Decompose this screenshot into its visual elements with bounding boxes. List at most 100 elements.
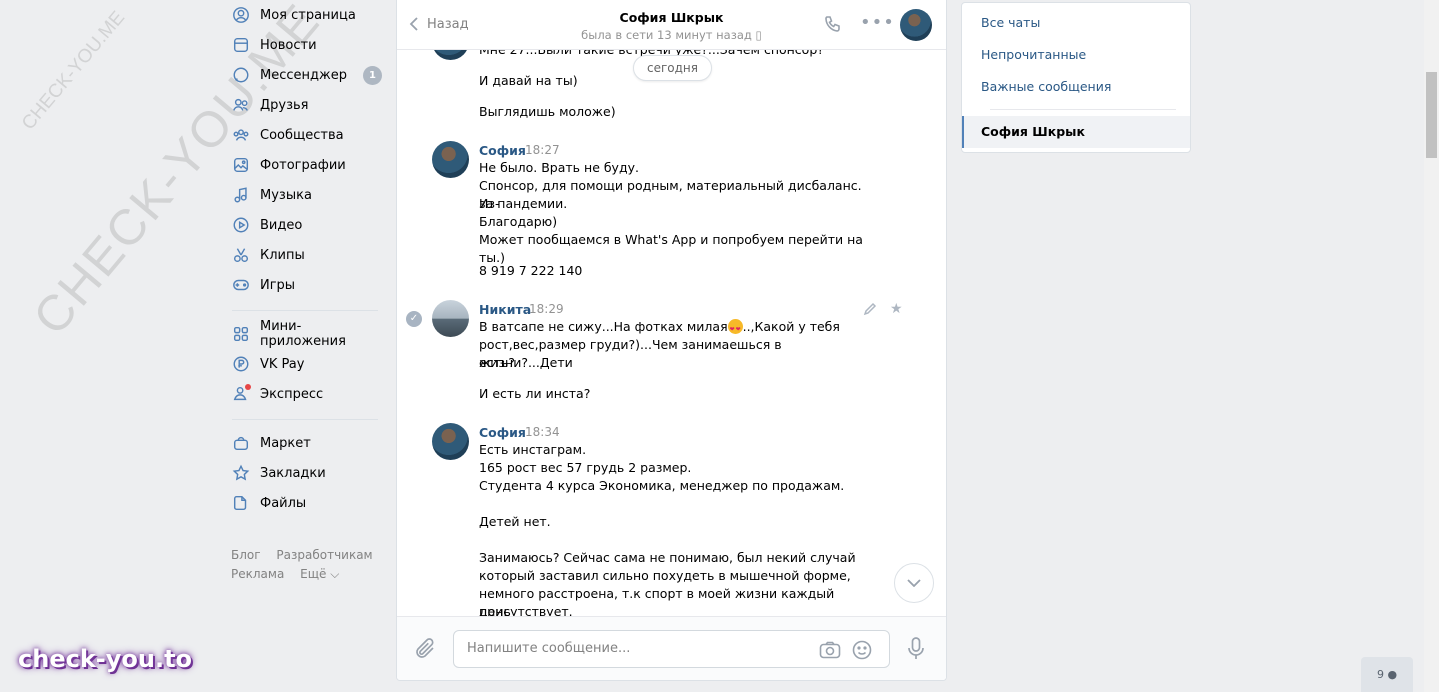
message-text: В ватсапе не сижу...На фотках милая..,Ка… [479, 318, 869, 339]
filter-unread[interactable]: Непрочитанные [962, 39, 1190, 71]
nav-label: Моя страница [260, 7, 356, 23]
nav-photos[interactable]: Фотографии [226, 150, 386, 180]
video-icon [232, 216, 250, 234]
message-text: 165 рост вес 57 грудь 2 размер. [479, 460, 692, 475]
online-friends-button[interactable]: 9 ● [1361, 657, 1413, 692]
message-text: 8 919 7 222 140 [479, 263, 583, 278]
nav-label: Файлы [260, 495, 307, 511]
smile-icon[interactable] [852, 640, 872, 664]
nav-groups[interactable]: Сообщества [226, 120, 386, 150]
chat-header: Назад София Шкрык была в сети 13 минут н… [397, 0, 946, 50]
message-time: 18:29 [529, 302, 564, 316]
nav-footer: Блог Разработчикам Реклама Ещё ⌵ [231, 546, 386, 584]
mobile-icon: ▯ [755, 28, 762, 42]
scrollbar-thumb[interactable] [1426, 72, 1437, 158]
message-author[interactable]: София [479, 143, 526, 158]
avatar[interactable] [432, 50, 469, 60]
message-text: за пандемии. [479, 196, 568, 211]
footer-ads-link[interactable]: Реклама [231, 567, 284, 581]
chevron-down-icon [907, 579, 921, 587]
message-text: Не было. Врать не буду. [479, 160, 639, 175]
nav-vkpay[interactable]: VK Pay [226, 349, 386, 379]
friends-icon [232, 96, 250, 114]
chat-panel: Назад София Шкрык была в сети 13 минут н… [396, 0, 947, 681]
message-text: есть? [479, 355, 515, 370]
message-composer: Напишите сообщение... [397, 616, 946, 680]
nav-music[interactable]: Музыка [226, 180, 386, 210]
user-icon: ● [1387, 668, 1398, 681]
file-icon [232, 494, 250, 512]
footer-more-link[interactable]: Ещё ⌵ [300, 567, 339, 581]
express-icon [232, 384, 251, 403]
active-chat-item[interactable]: София Шкрык [962, 116, 1190, 148]
nav-video[interactable]: Видео [226, 210, 386, 240]
paperclip-icon[interactable] [415, 637, 437, 665]
nav-label: Игры [260, 277, 296, 293]
left-nav: Моя страница Новости Мессенджер 1 Друзья… [226, 0, 386, 584]
star-icon[interactable]: ★ [890, 301, 903, 317]
nav-label: VK Pay [260, 356, 305, 372]
nav-divider [232, 419, 378, 420]
nav-label: Музыка [260, 187, 312, 203]
camera-icon[interactable] [819, 641, 841, 663]
watermark-text-small: CHECK-YOU.ME [17, 7, 130, 135]
filter-important[interactable]: Важные сообщения [962, 71, 1190, 103]
chat-filters-panel: Все чаты Непрочитанные Важные сообщения … [961, 2, 1191, 153]
nav-messenger[interactable]: Мессенджер 1 [226, 60, 386, 90]
nav-label: Друзья [260, 97, 309, 113]
microphone-icon[interactable] [907, 637, 925, 665]
nav-label: Клипы [260, 247, 305, 263]
phone-icon[interactable] [823, 14, 843, 38]
music-icon [232, 186, 250, 204]
message-icon [232, 66, 250, 84]
nav-files[interactable]: Файлы [226, 488, 386, 518]
nav-label: Видео [260, 217, 303, 233]
message-author[interactable]: София [479, 425, 526, 440]
nav-bookmarks[interactable]: Закладки [226, 458, 386, 488]
nav-mini-apps[interactable]: Мини-приложения [226, 319, 386, 349]
date-separator: сегодня [633, 55, 712, 81]
user-circle-icon [232, 6, 250, 24]
avatar[interactable] [432, 423, 469, 460]
nav-market[interactable]: Маркет [226, 428, 386, 458]
scroll-down-button[interactable] [894, 563, 934, 603]
nav-label: Экспресс [260, 386, 324, 402]
check-icon[interactable]: ✓ [406, 311, 422, 327]
nav-label: Мини-приложения [260, 319, 346, 349]
nav-clips[interactable]: Клипы [226, 240, 386, 270]
message-text: Занимаюсь? Сейчас сама не понимаю, был н… [479, 550, 856, 565]
unread-badge: 1 [363, 66, 382, 85]
filter-all-chats[interactable]: Все чаты [962, 7, 1190, 39]
apps-icon [232, 325, 250, 343]
star-icon [232, 464, 250, 482]
bag-icon [232, 434, 250, 452]
more-icon[interactable]: ••• [860, 14, 895, 32]
chat-avatar[interactable] [900, 9, 932, 41]
nav-divider [232, 310, 378, 311]
nav-games[interactable]: Игры [226, 270, 386, 300]
message-text: присутствует. [479, 604, 573, 616]
footer-dev-link[interactable]: Разработчикам [276, 548, 372, 562]
nav-express[interactable]: Экспресс [226, 379, 386, 409]
avatar[interactable] [432, 141, 469, 178]
message-text: Выглядишь моложе) [479, 104, 616, 119]
nav-my-page[interactable]: Моя страница [226, 0, 386, 30]
gamepad-icon [232, 276, 250, 294]
filter-divider [990, 109, 1176, 110]
avatar[interactable] [432, 300, 469, 337]
footer-blog-link[interactable]: Блог [231, 548, 261, 562]
nav-news[interactable]: Новости [226, 30, 386, 60]
page-scrollbar[interactable] [1424, 0, 1439, 692]
message-author[interactable]: Никита [479, 302, 531, 317]
message-text: И есть ли инста? [479, 386, 591, 401]
nav-label: Новости [260, 37, 317, 53]
photo-icon [232, 156, 250, 174]
message-text: Студента 4 курса Экономика, менеджер по … [479, 478, 845, 493]
nav-label: Сообщества [260, 127, 344, 143]
message-history[interactable]: сегодня Мне 27...Были такие встречи уже?… [397, 50, 946, 616]
message-time: 18:27 [525, 143, 560, 157]
nav-label: Маркет [260, 435, 311, 451]
groups-icon [232, 126, 250, 144]
message-time: 18:34 [525, 425, 560, 439]
nav-friends[interactable]: Друзья [226, 90, 386, 120]
